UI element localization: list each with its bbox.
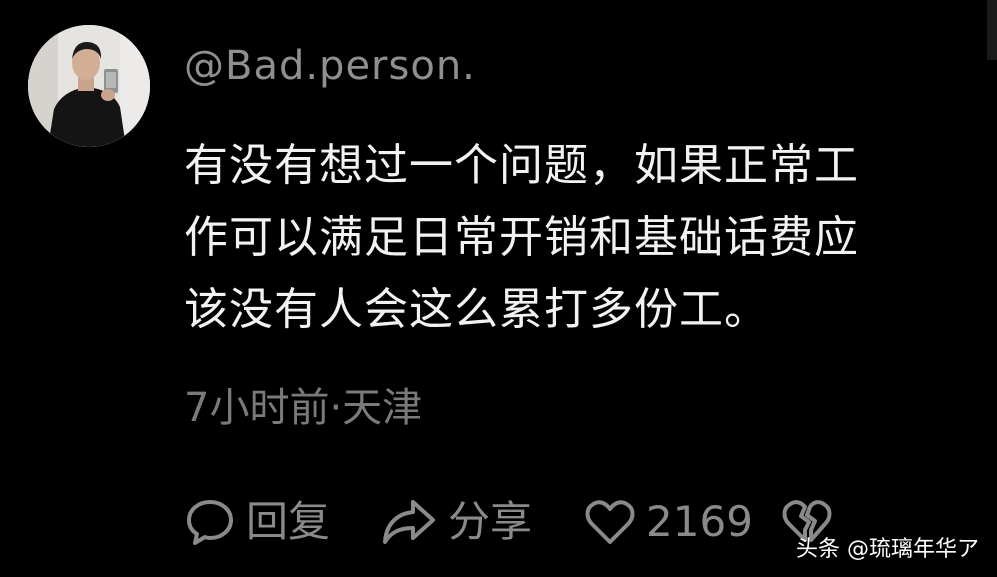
like-button[interactable]: 2169	[584, 490, 753, 554]
username[interactable]: @Bad.person.	[184, 38, 476, 94]
share-arrow-icon	[380, 496, 438, 548]
reply-label: 回复	[246, 497, 331, 546]
comment-bubble-icon	[184, 496, 236, 548]
comment-line: 该没有人会这么累打多份工。	[184, 284, 769, 335]
reply-button[interactable]: 回复	[184, 490, 330, 554]
comment-text: 有没有想过一个问题，如果正常工 作可以满足日常开销和基础话费应 该没有人会这么累…	[184, 130, 944, 346]
watermark: 头条 @琉璃年华ア	[796, 537, 979, 562]
like-count: 2169	[646, 497, 753, 546]
comment-line: 作可以满足日常开销和基础话费应	[184, 212, 859, 263]
avatar-photo	[28, 25, 150, 147]
scrollbar[interactable]	[987, 0, 997, 60]
timestamp-location: 7小时前·天津	[184, 385, 423, 431]
avatar[interactable]	[28, 25, 150, 147]
share-label: 分享	[448, 497, 533, 546]
share-button[interactable]: 分享	[380, 490, 532, 554]
heart-icon	[584, 496, 636, 548]
action-bar: 回复 分享 2169	[184, 490, 833, 554]
comment-line: 有没有想过一个问题，如果正常工	[184, 140, 859, 191]
